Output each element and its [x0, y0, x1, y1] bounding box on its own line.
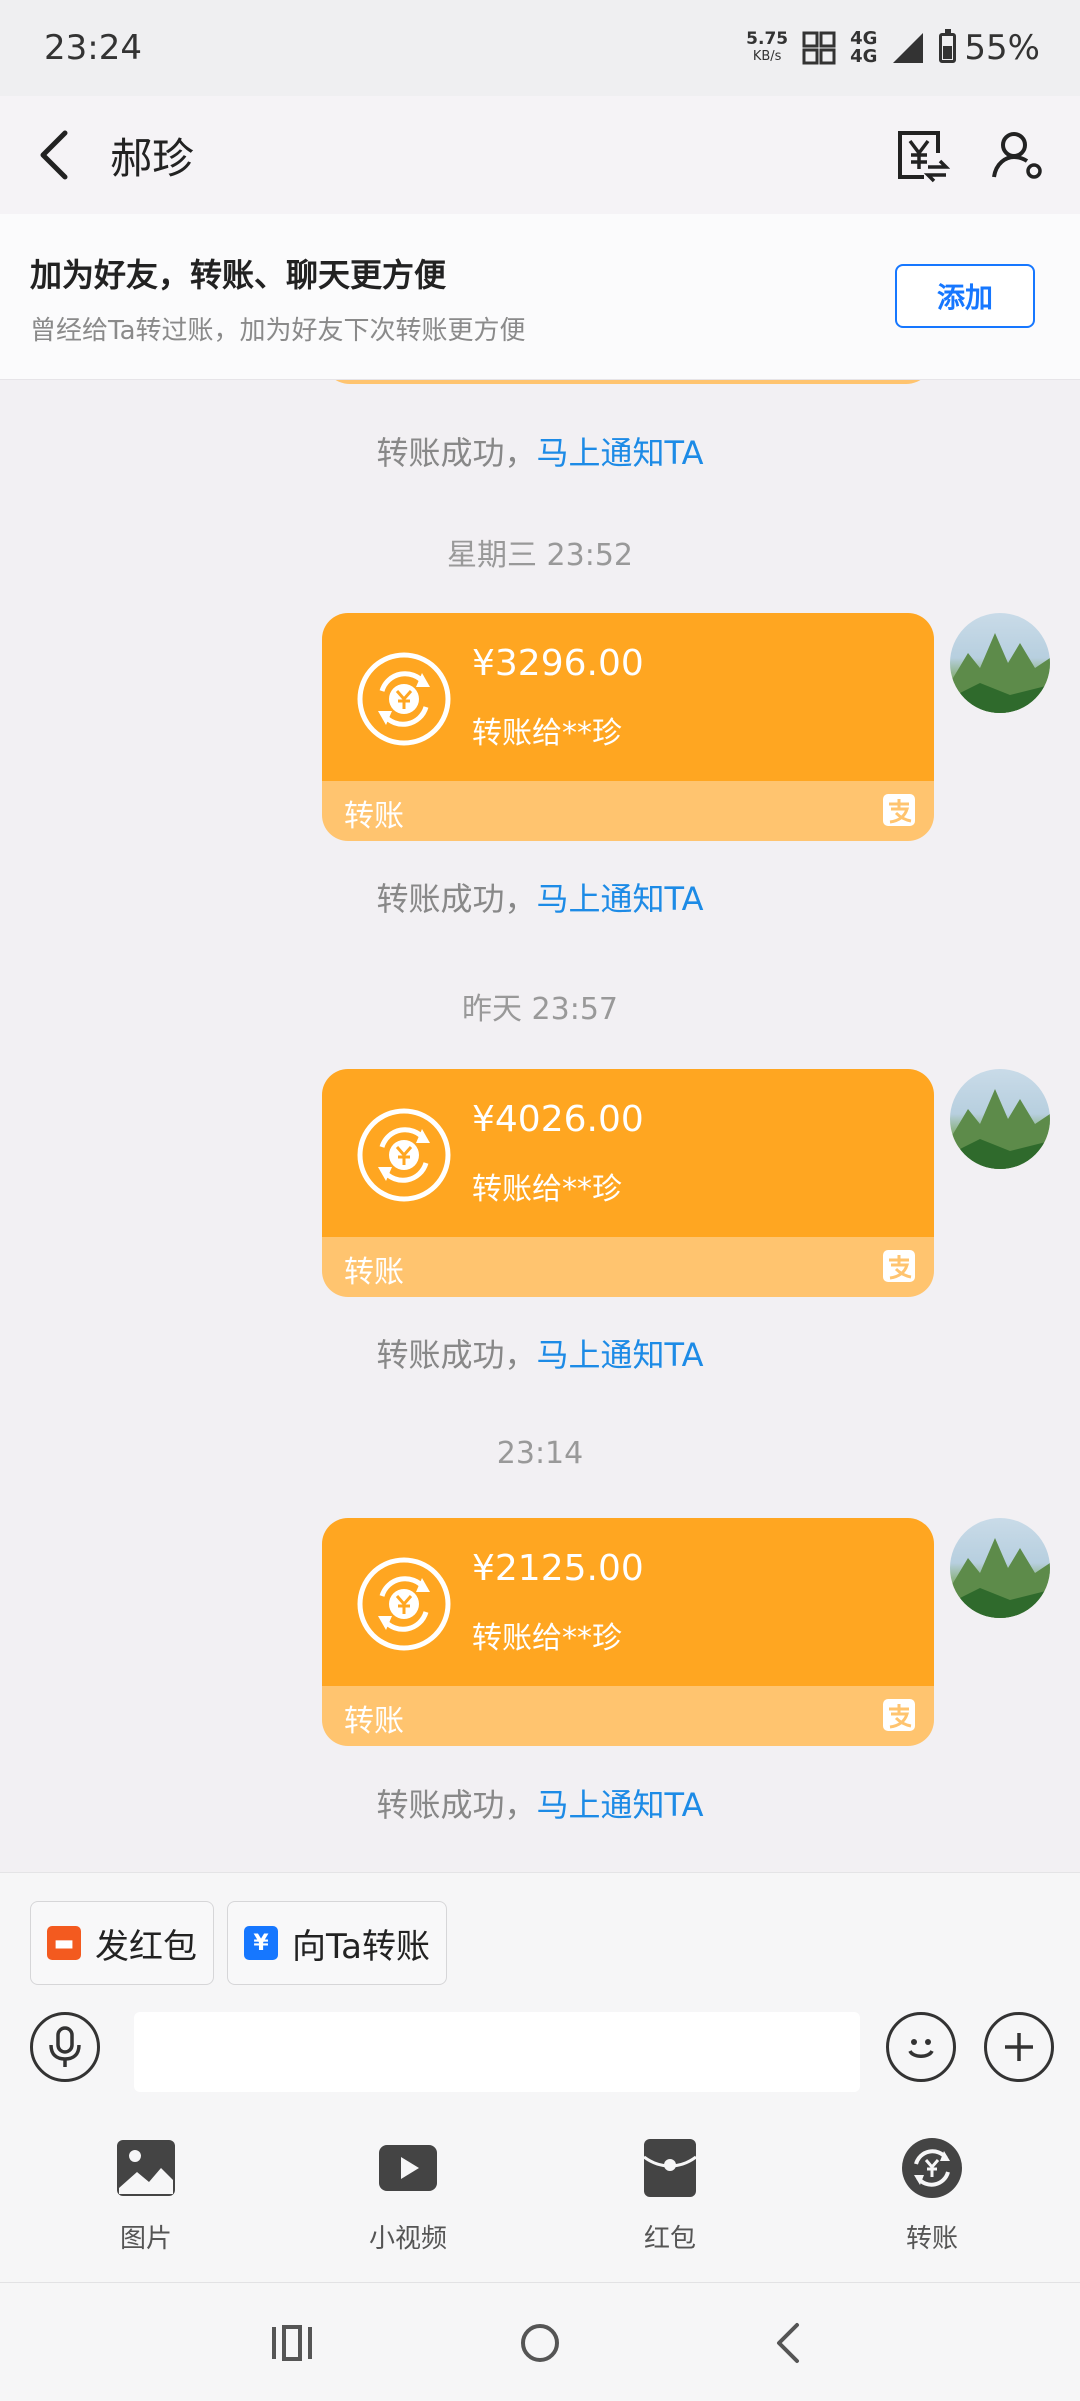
tool-image[interactable]: 图片 [66, 2136, 226, 2255]
transfer-card[interactable]: ¥2125.00 转账给**珍 转账 [322, 1518, 934, 1746]
message-timestamp: 23:14 [496, 1436, 584, 1471]
voice-button[interactable] [30, 2012, 100, 2082]
battery-icon [939, 29, 957, 63]
avatar-landscape [950, 633, 1050, 713]
quick-actions: ▬ 发红包 ¥ 向Ta转账 [0, 1872, 1080, 2012]
transfer-success-notice: 转账成功，马上通知TA [376, 880, 704, 918]
transfer-recipient: 转账给**珍 [472, 1172, 622, 1207]
transfer-to-ta-chip[interactable]: ¥ 向Ta转账 [227, 1901, 447, 1985]
notify-link[interactable]: 马上通知TA [537, 1786, 704, 1824]
tool-red-packet[interactable]: 红包 [590, 2136, 750, 2255]
back-button[interactable] [0, 96, 110, 214]
home-button[interactable] [510, 2313, 570, 2373]
recent-apps-button[interactable] [262, 2313, 322, 2373]
transfer-card-partial[interactable] [322, 380, 934, 384]
yuan-icon: ¥ [244, 1926, 278, 1960]
notify-link[interactable]: 马上通知TA [537, 434, 704, 472]
net-speed: 5.75 KB/s [746, 29, 789, 64]
plus-icon [1005, 2033, 1033, 2061]
transfer-recipient: 转账给**珍 [472, 1621, 622, 1656]
system-nav-bar [0, 2282, 1080, 2401]
transfer-success-notice: 转账成功，马上通知TA [376, 1336, 704, 1374]
page-title: 郝珍 [110, 133, 195, 183]
add-friend-banner: 加为好友，转账、聊天更方便 曾经给Ta转过账，加为好友下次转账更方便 添加 [0, 214, 1080, 380]
transfer-amount: ¥3296.00 [472, 643, 644, 684]
notify-link[interactable]: 马上通知TA [537, 1336, 704, 1374]
transfer-coin-icon [357, 1108, 451, 1202]
transfer-type-label: 转账 [344, 1704, 404, 1739]
notify-link[interactable]: 马上通知TA [537, 880, 704, 918]
battery-indicator: 55% [939, 28, 1040, 68]
input-bar [0, 2012, 1080, 2112]
chevron-left-icon [777, 2323, 799, 2363]
video-icon [379, 2145, 437, 2191]
status-time: 23:24 [44, 28, 142, 68]
avatar[interactable] [950, 613, 1050, 713]
red-packet-icon [643, 2139, 697, 2197]
yuan-transfer-icon [898, 131, 950, 183]
alipay-icon [883, 1699, 915, 1731]
tool-panel: 图片 小视频 红包 转账 [0, 2112, 1080, 2282]
transfer-coin-icon [357, 652, 451, 746]
hd-icon [802, 31, 836, 65]
transfer-card[interactable]: ¥3296.00 转账给**珍 转账 [322, 613, 934, 841]
add-friend-button[interactable]: 添加 [895, 264, 1035, 328]
transfer-card[interactable]: ¥4026.00 转账给**珍 转账 [322, 1069, 934, 1297]
image-icon [117, 2140, 175, 2196]
user-settings-icon [992, 132, 1042, 179]
banner-subtitle: 曾经给Ta转过账，加为好友下次转账更方便 [30, 316, 526, 346]
transfer-success-notice: 转账成功，马上通知TA [376, 434, 704, 472]
tool-video[interactable]: 小视频 [328, 2136, 488, 2255]
status-bar: 23:24 5.75 KB/s 4G 4G 55% [0, 0, 1080, 96]
transfer-type-label: 转账 [344, 1255, 404, 1290]
message-input[interactable] [134, 2012, 860, 2092]
system-back-button[interactable] [758, 2313, 818, 2373]
emoji-button[interactable] [886, 2012, 956, 2082]
alipay-icon [883, 794, 915, 826]
transfer-icon [902, 2138, 962, 2198]
send-red-packet-chip[interactable]: ▬ 发红包 [30, 1901, 214, 1985]
microphone-icon [49, 2026, 81, 2067]
chevron-left-icon [40, 130, 68, 180]
chat-header: 郝珍 [0, 96, 1080, 214]
avatar-landscape [950, 1538, 1050, 1618]
avatar[interactable] [950, 1069, 1050, 1169]
message-timestamp: 星期三 23:52 [447, 538, 633, 573]
red-packet-icon: ▬ [47, 1926, 81, 1960]
transfer-type-label: 转账 [344, 799, 404, 834]
alipay-icon [883, 1250, 915, 1282]
more-button[interactable] [984, 2012, 1054, 2082]
transfer-record-button[interactable] [894, 127, 950, 183]
signal-icon [893, 33, 924, 63]
banner-title: 加为好友，转账、聊天更方便 [30, 256, 447, 294]
avatar-landscape [950, 1089, 1050, 1169]
message-timestamp: 昨天 23:57 [462, 992, 618, 1027]
transfer-amount: ¥4026.00 [472, 1099, 644, 1140]
network-type: 4G 4G [850, 28, 878, 67]
transfer-amount: ¥2125.00 [472, 1548, 644, 1589]
tool-transfer[interactable]: 转账 [852, 2136, 1012, 2255]
recent-apps-icon [272, 2325, 312, 2361]
transfer-coin-icon [357, 1557, 451, 1651]
status-indicators: 5.75 KB/s 4G 4G 55% [746, 28, 1040, 68]
chat-messages[interactable]: 转账成功，马上通知TA 星期三 23:52 ¥3296.00 转账给**珍 转账 [0, 380, 1080, 1872]
transfer-success-notice: 转账成功，马上通知TA [376, 1786, 704, 1824]
home-circle-icon [521, 2324, 559, 2362]
transfer-recipient: 转账给**珍 [472, 716, 622, 751]
avatar[interactable] [950, 1518, 1050, 1618]
profile-button[interactable] [990, 127, 1046, 183]
smiley-icon [908, 2039, 934, 2058]
